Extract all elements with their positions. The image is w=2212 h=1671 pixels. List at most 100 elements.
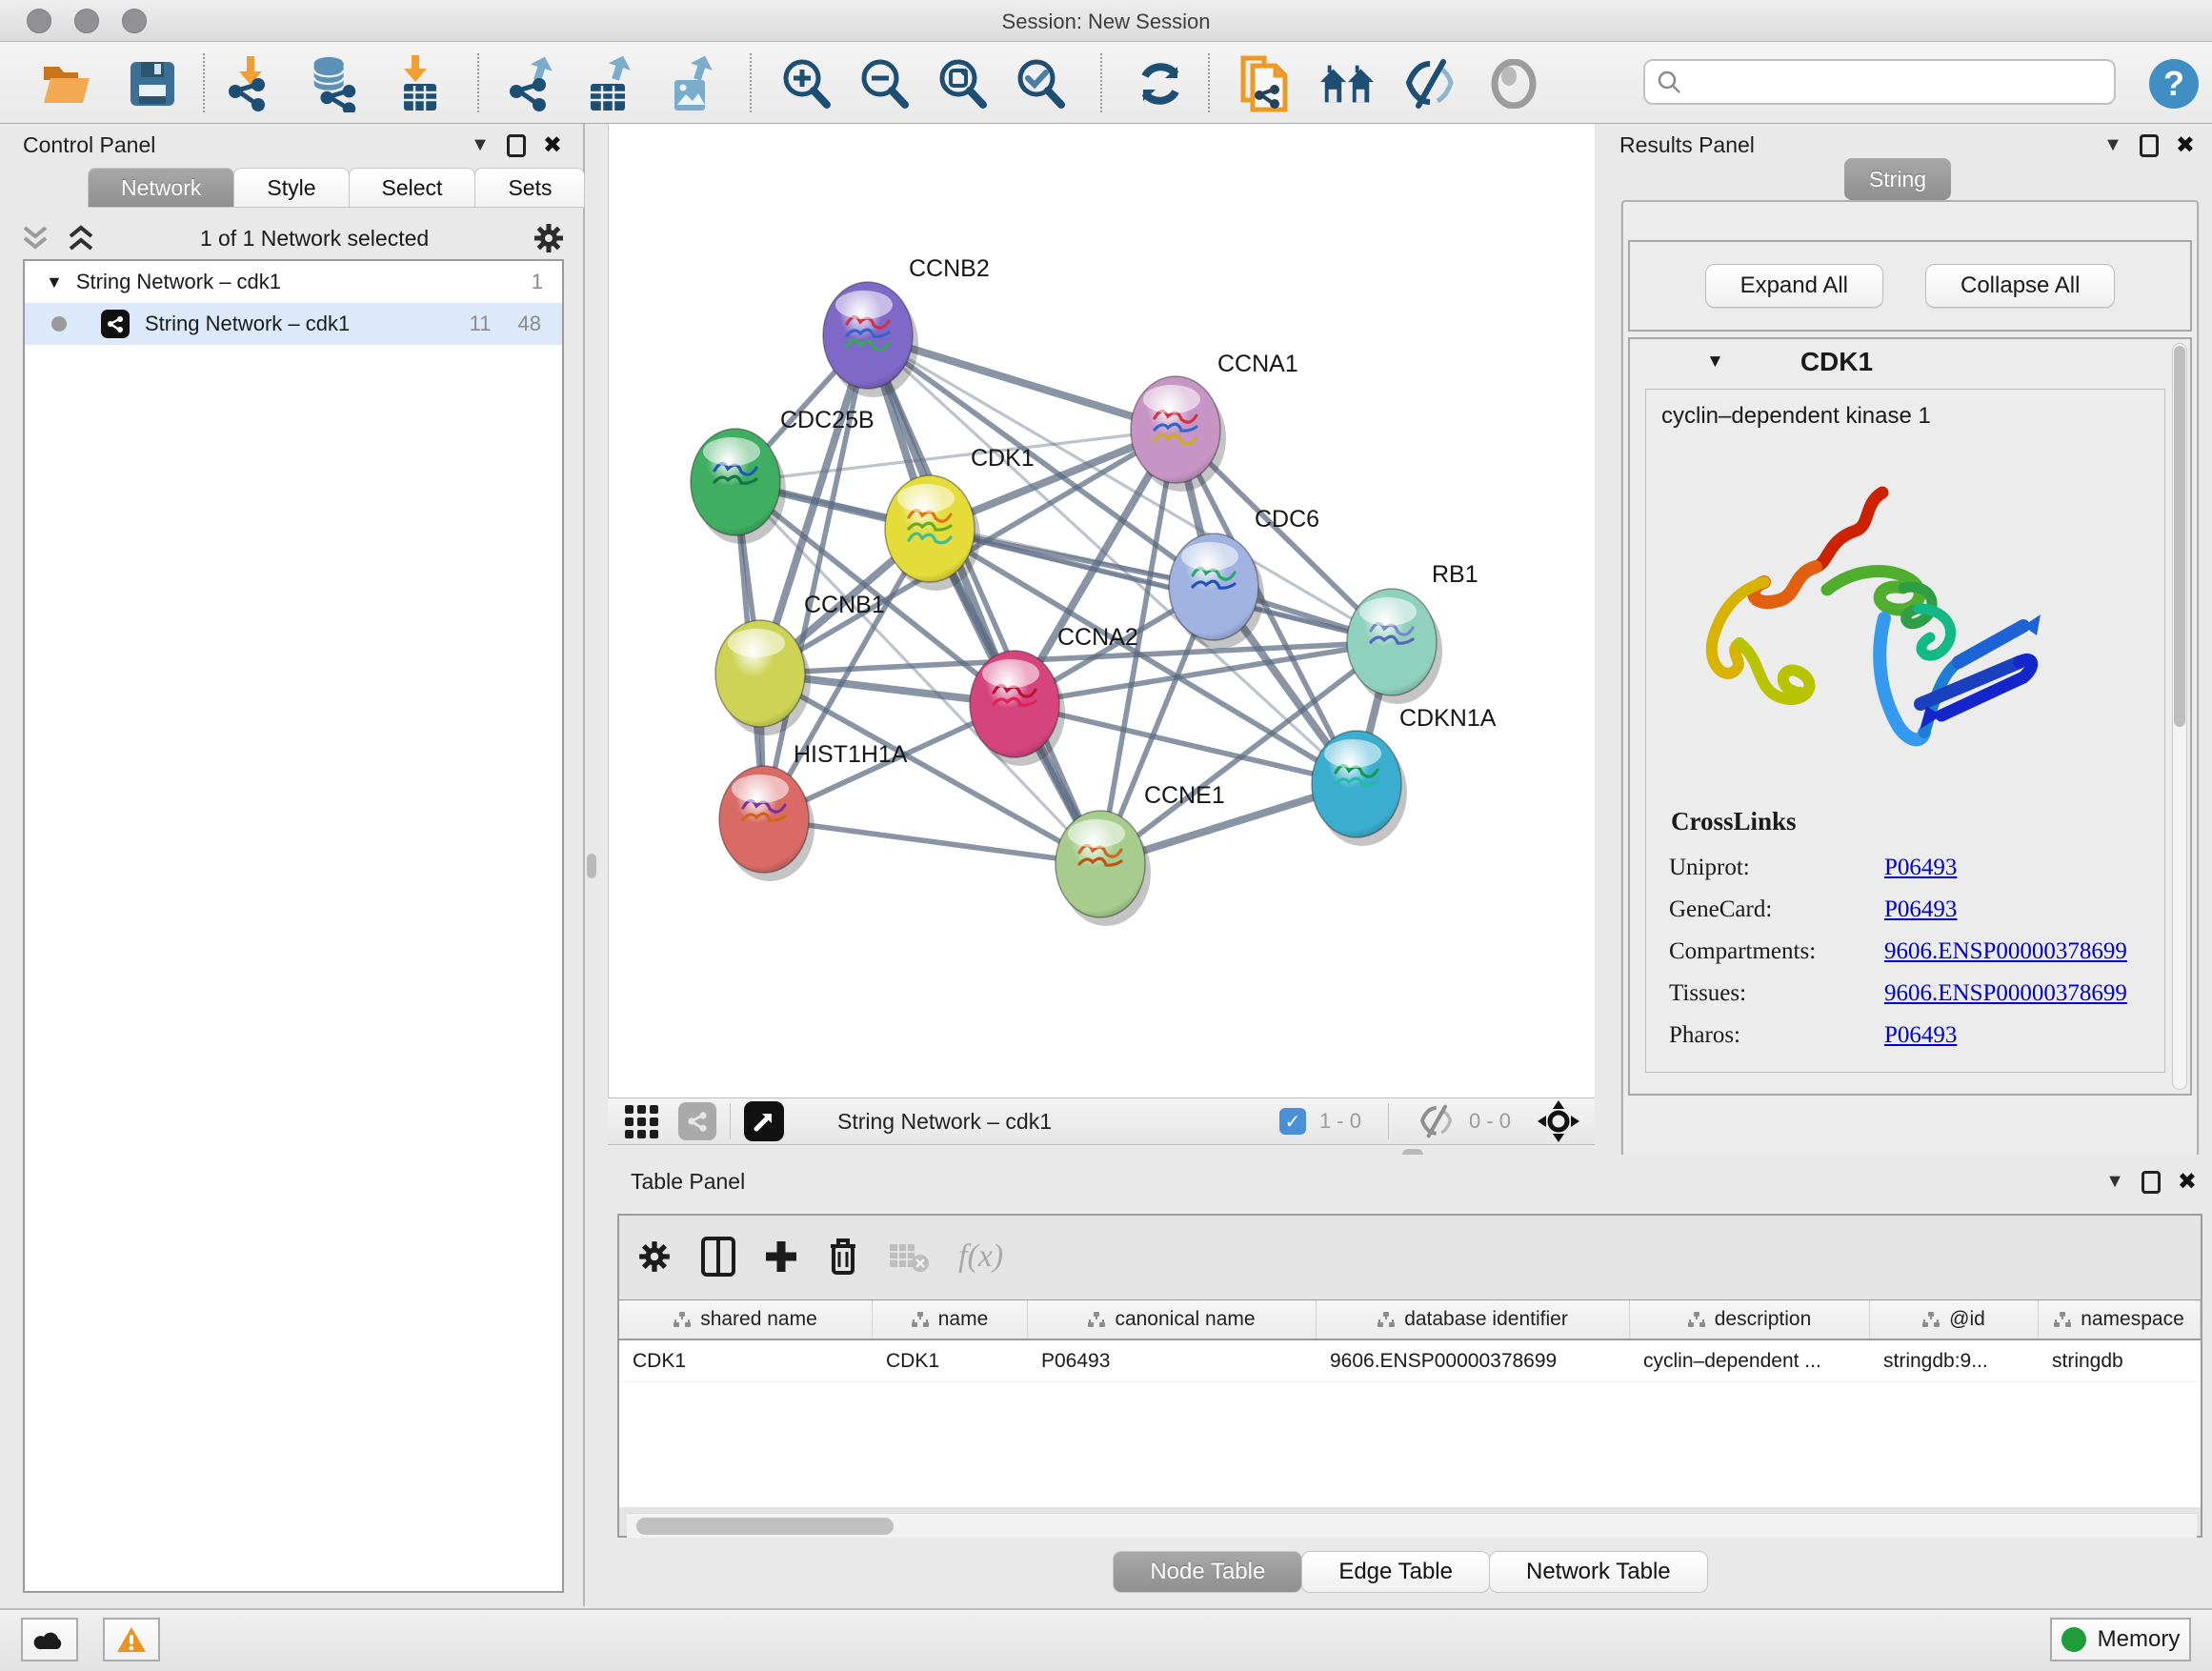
- column-header-namespace[interactable]: namespace: [2039, 1300, 2201, 1339]
- copy-network-icon[interactable]: [1237, 55, 1294, 112]
- search-input[interactable]: [1681, 70, 2091, 94]
- tab-network[interactable]: Network: [88, 168, 234, 208]
- table-cell[interactable]: CDK1: [873, 1340, 1028, 1381]
- tab-edge-table[interactable]: Edge Table: [1301, 1551, 1490, 1593]
- table-panel-float-icon[interactable]: [2142, 1171, 2161, 1194]
- export-network-icon[interactable]: [503, 55, 560, 112]
- crosslink-link[interactable]: 9606.ENSP00000378699: [1884, 980, 2127, 1007]
- memory-button[interactable]: Memory: [2050, 1618, 2191, 1661]
- results-panel-float-icon[interactable]: [2140, 134, 2159, 157]
- crosslink-link[interactable]: 9606.ENSP00000378699: [1884, 938, 2127, 965]
- gene-collapse-arrow-icon[interactable]: ▼: [1706, 352, 1724, 372]
- column-header-description[interactable]: description: [1630, 1300, 1870, 1339]
- cloud-status-button[interactable]: [21, 1618, 78, 1661]
- table-panel-collapse-icon[interactable]: ▼: [2105, 1171, 2124, 1193]
- tab-style[interactable]: Style: [233, 168, 349, 208]
- network-canvas[interactable]: CCNB2CCNA1CDC25BCDK1CDC6RB1CCNB1CCNA2CDK…: [608, 124, 1595, 1097]
- column-header-canonicalname[interactable]: canonical name: [1028, 1300, 1317, 1339]
- control-panel-collapse-icon[interactable]: ▼: [471, 134, 490, 156]
- save-session-icon[interactable]: [124, 55, 181, 112]
- crosslink-link[interactable]: P06493: [1884, 855, 1957, 881]
- network-node-RB1[interactable]: RB1: [1347, 561, 1478, 704]
- zoom-out-icon[interactable]: [855, 55, 913, 112]
- delete-column-icon[interactable]: [827, 1237, 859, 1277]
- collection-expand-arrow-icon[interactable]: ▼: [46, 272, 63, 292]
- birds-eye-view-icon[interactable]: [1538, 1100, 1579, 1142]
- tab-sets[interactable]: Sets: [474, 168, 585, 208]
- grid-view-icon[interactable]: [623, 1103, 661, 1139]
- network-node-CCNE1[interactable]: CCNE1: [1056, 782, 1225, 926]
- export-image-icon[interactable]: [663, 55, 720, 112]
- show-columns-icon[interactable]: [701, 1237, 735, 1277]
- import-table-icon[interactable]: [391, 55, 448, 112]
- control-panel-close-icon[interactable]: ✖: [543, 131, 562, 159]
- network-edge-CCNB2-CCNE1[interactable]: [868, 335, 1100, 864]
- help-icon[interactable]: ?: [2145, 55, 2202, 112]
- node-label-CDKN1A: CDKN1A: [1399, 705, 1497, 732]
- table-cell[interactable]: P06493: [1028, 1340, 1317, 1381]
- network-row[interactable]: String Network – cdk1 11 48: [25, 303, 562, 345]
- tab-network-table[interactable]: Network Table: [1489, 1551, 1708, 1593]
- table-row[interactable]: CDK1CDK1P064939606.ENSP00000378699cyclin…: [619, 1340, 2201, 1382]
- import-network-database-icon[interactable]: [305, 55, 362, 112]
- expand-all-icon[interactable]: [65, 224, 97, 252]
- network-node-CCNB1[interactable]: CCNB1: [715, 592, 885, 735]
- collapse-all-button[interactable]: Collapse All: [1925, 264, 2115, 308]
- table-cell[interactable]: cyclin–dependent ...: [1630, 1340, 1870, 1381]
- expand-all-button[interactable]: Expand All: [1705, 264, 1883, 308]
- tab-string[interactable]: String: [1844, 158, 1951, 200]
- open-in-window-icon[interactable]: [744, 1101, 784, 1141]
- results-panel-collapse-icon[interactable]: ▼: [2103, 134, 2122, 156]
- results-panel-title: Results Panel: [1619, 132, 1755, 158]
- tab-select[interactable]: Select: [349, 168, 476, 208]
- homes-icon[interactable]: [1318, 55, 1376, 112]
- column-header-sharedname[interactable]: shared name: [619, 1300, 873, 1339]
- function-builder-icon: f(x): [958, 1238, 1003, 1275]
- export-table-icon[interactable]: [581, 55, 638, 112]
- open-session-icon[interactable]: [38, 55, 95, 112]
- results-scrollbar[interactable]: [2172, 343, 2187, 1090]
- import-network-file-icon[interactable]: [222, 55, 279, 112]
- table-cell[interactable]: stringdb: [2039, 1340, 2201, 1381]
- network-node-CDC25B[interactable]: CDC25B: [691, 407, 875, 544]
- network-node-HIST1H1A[interactable]: HIST1H1A: [719, 741, 908, 881]
- refresh-icon[interactable]: [1132, 55, 1189, 112]
- network-node-CDKN1A[interactable]: CDKN1A: [1312, 705, 1497, 846]
- network-collection-row[interactable]: ▼ String Network – cdk1 1: [25, 261, 562, 303]
- control-panel-float-icon[interactable]: [507, 134, 526, 157]
- column-header-databaseidentifier[interactable]: database identifier: [1317, 1300, 1630, 1339]
- table-cell[interactable]: CDK1: [619, 1340, 873, 1381]
- selected-checkbox-icon[interactable]: ✓: [1279, 1108, 1306, 1135]
- add-column-icon[interactable]: [764, 1239, 798, 1274]
- column-header-name[interactable]: name: [873, 1300, 1028, 1339]
- network-options-gear-icon[interactable]: [532, 221, 566, 255]
- show-eye-icon[interactable]: [1485, 55, 1542, 112]
- warning-status-button[interactable]: [103, 1618, 160, 1661]
- network-node-CCNB2[interactable]: CCNB2: [823, 255, 990, 397]
- zoom-selected-icon[interactable]: [1012, 55, 1069, 112]
- network-node-CCNA1[interactable]: CCNA1: [1131, 351, 1298, 492]
- table-settings-gear-icon[interactable]: [636, 1238, 673, 1275]
- search-box[interactable]: [1643, 59, 2116, 105]
- network-edge-count: 48: [518, 312, 541, 336]
- left-splitter-handle[interactable]: [587, 854, 596, 878]
- table-cell[interactable]: stringdb:9...: [1870, 1340, 2039, 1381]
- zoom-fit-icon[interactable]: [934, 55, 991, 112]
- table-cell[interactable]: 9606.ENSP00000378699: [1317, 1340, 1630, 1381]
- crosslink-link[interactable]: P06493: [1884, 896, 1957, 923]
- zoom-in-icon[interactable]: [777, 55, 835, 112]
- expand-collapse-box: Expand All Collapse All: [1628, 240, 2192, 332]
- tab-node-table[interactable]: Node Table: [1113, 1551, 1302, 1593]
- scrollbar-thumb[interactable]: [636, 1518, 894, 1535]
- network-node-CDC6[interactable]: CDC6: [1169, 506, 1319, 649]
- node-label-CCNB2: CCNB2: [909, 255, 990, 282]
- collapse-all-icon[interactable]: [19, 224, 51, 252]
- node-table[interactable]: shared namenamecanonical namedatabase id…: [619, 1299, 2201, 1507]
- table-horizontal-scrollbar[interactable]: [627, 1513, 2197, 1538]
- column-header-id[interactable]: @id: [1870, 1300, 2039, 1339]
- hide-unhide-icon[interactable]: [1400, 55, 1458, 112]
- crosslink-link[interactable]: P06493: [1884, 1022, 1957, 1049]
- results-panel-close-icon[interactable]: ✖: [2176, 131, 2195, 159]
- table-panel-close-icon[interactable]: ✖: [2178, 1168, 2197, 1196]
- crosslink-row: Uniprot:P06493: [1646, 855, 2161, 881]
